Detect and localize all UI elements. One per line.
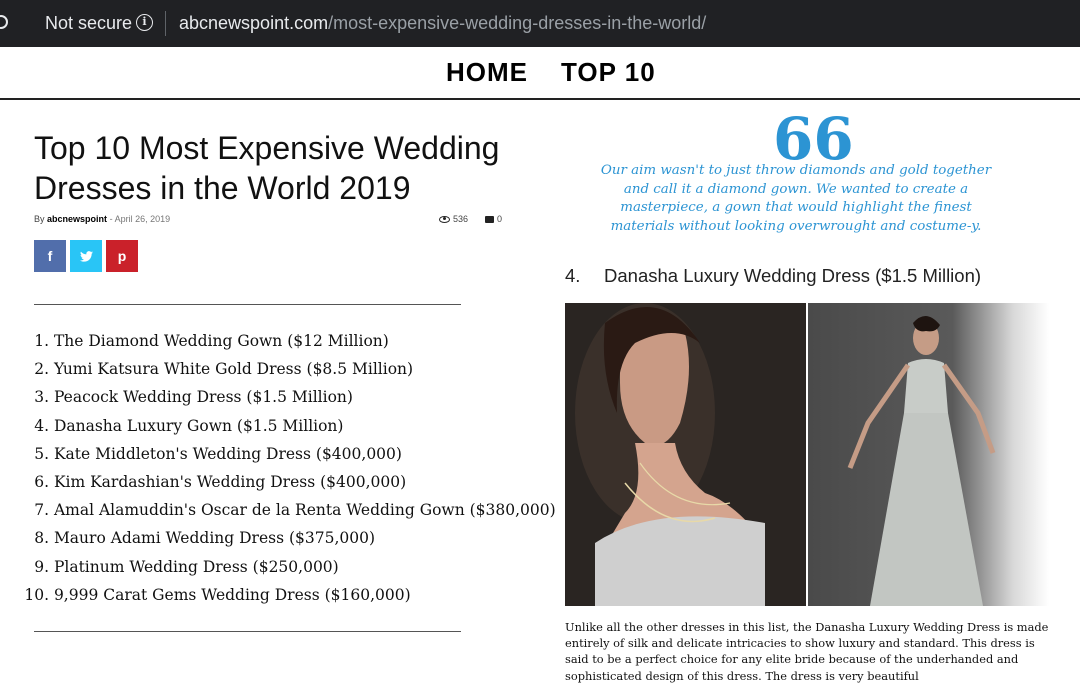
toc-item[interactable]: 4. Danasha Luxury Gown ($1.5 Million) [22,414,556,442]
comment-count[interactable]: 0 [485,214,502,224]
divider-bottom [34,631,461,632]
comment-count-value: 0 [497,214,503,224]
url-path: /most-expensive-wedding-dresses-in-the-w… [328,13,707,33]
toc-item[interactable]: 6. Kim Kardashian's Wedding Dress ($400,… [22,470,556,498]
quote-icon: 66 [773,105,854,173]
twitter-share-button[interactable]: t [70,240,102,272]
pinterest-share-button[interactable]: p [106,240,138,272]
pinterest-icon: p [117,248,127,264]
twitter-icon [79,250,93,262]
photo-right-panel [808,303,1049,606]
toc-item[interactable]: 2. Yumi Katsura White Gold Dress ($8.5 M… [22,357,556,385]
section-title-text: Danasha Luxury Wedding Dress ($1.5 Milli… [604,265,982,286]
pull-quote: Our aim wasn't to just throw diamonds an… [600,163,992,234]
nav-divider [0,98,1080,100]
article-meta: By abcnewspoint - April 26, 2019 [34,214,170,224]
view-count-value: 536 [453,214,469,224]
url-host: abcnewspoint.com [179,13,329,33]
toc-item[interactable]: 1. The Diamond Wedding Gown ($12 Million… [22,329,556,357]
view-count: 536 [439,214,468,224]
section-heading: 4. Danasha Luxury Wedding Dress ($1.5 Mil… [565,265,981,287]
article-body: Unlike all the other dresses in this lis… [565,620,1049,683]
photo-left-panel [565,303,806,606]
toc-item[interactable]: 7. Amal Alamuddin's Oscar de la Renta We… [22,498,555,526]
nav-top10-link[interactable]: TOP 10 [561,57,656,88]
info-icon[interactable]: i [136,14,153,31]
browser-address-bar: Not secure i abcnewspoint.com/most-expen… [0,0,1080,47]
dress-photo [565,303,1049,606]
reload-icon[interactable] [0,15,8,29]
article-title: Top 10 Most Expensive Wedding Dresses in… [34,130,500,206]
eye-icon [439,215,450,223]
url-field[interactable]: abcnewspoint.com/most-expensive-wedding-… [179,13,706,34]
toc-item[interactable]: 5. Kate Middleton's Wedding Dress ($400,… [22,442,556,470]
facebook-share-button[interactable]: f [34,240,66,272]
toc-item[interactable]: 10. 9,999 Carat Gems Wedding Dress ($160… [22,583,556,611]
security-label[interactable]: Not secure [45,13,132,34]
publish-date: April 26, 2019 [114,214,171,224]
toc-item[interactable]: 8. Mauro Adami Wedding Dress ($375,000) [22,526,556,554]
toc-item[interactable]: 9. Platinum Wedding Dress ($250,000) [22,555,556,583]
toc-list: 1. The Diamond Wedding Gown ($12 Million… [22,329,556,611]
divider-top [34,304,461,305]
comment-icon [485,215,494,223]
by-label: By [34,214,45,224]
address-divider [165,11,166,36]
author-link[interactable]: abcnewspoint [47,214,107,224]
section-number: 4. [565,265,581,286]
nav-home-link[interactable]: HOME [446,57,528,88]
facebook-icon: f [47,248,53,264]
toc-item[interactable]: 3. Peacock Wedding Dress ($1.5 Million) [22,385,556,413]
site-nav: HOME TOP 10 [0,47,1080,101]
meta-separator: - [109,214,113,224]
